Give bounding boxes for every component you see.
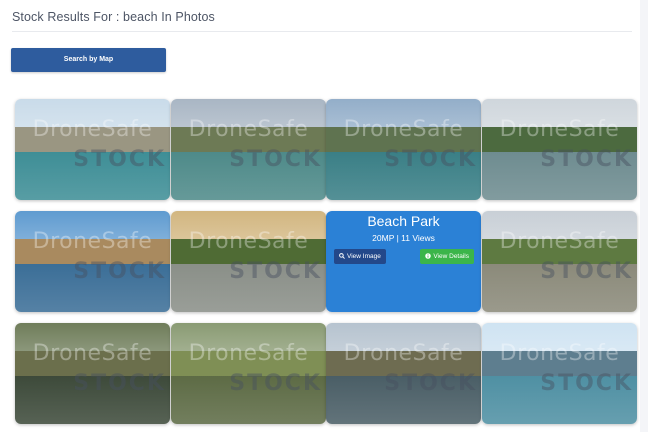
watermark-text: DroneSafe [32, 229, 153, 254]
photo-tile[interactable]: DroneSafe STOCK [15, 99, 170, 200]
view-image-button[interactable]: View Image [334, 249, 386, 264]
divider [12, 31, 632, 32]
photo-hover-overlay: Beach Park 20MP | 11 Views View Image Vi… [326, 211, 481, 312]
search-by-map-button[interactable]: Search by Map [11, 48, 166, 72]
photo-meta: 20MP | 11 Views [372, 233, 435, 243]
photo-tile[interactable]: DroneSafe STOCK [171, 99, 326, 200]
watermark-stock: STOCK [540, 371, 633, 396]
photo-title: Beach Park [367, 213, 440, 229]
photo-tile[interactable]: DroneSafe STOCK [15, 323, 170, 424]
watermark-text: DroneSafe [32, 341, 153, 366]
watermark-stock: STOCK [540, 259, 633, 284]
photo-tile[interactable]: DroneSafe STOCK [326, 99, 481, 200]
watermark-text: DroneSafe [188, 341, 309, 366]
watermark-stock: STOCK [73, 147, 166, 172]
watermark-text: DroneSafe [499, 229, 620, 254]
view-details-label: View Details [433, 253, 469, 260]
view-details-button[interactable]: View Details [420, 249, 474, 264]
search-icon [339, 253, 345, 259]
watermark-text: DroneSafe [188, 229, 309, 254]
watermark-text: DroneSafe [32, 117, 153, 142]
watermark-text: DroneSafe [188, 117, 309, 142]
watermark-stock: STOCK [229, 371, 322, 396]
watermark-stock: STOCK [384, 147, 477, 172]
watermark-stock: STOCK [73, 259, 166, 284]
photo-tile[interactable]: DroneSafe STOCK [482, 211, 637, 312]
page-title: Stock Results For : beach In Photos [12, 10, 215, 24]
photo-tile-hovered[interactable]: Beach Park 20MP | 11 Views View Image Vi… [326, 211, 481, 312]
results-card: Stock Results For : beach In Photos Sear… [0, 0, 640, 432]
photo-tile[interactable]: DroneSafe STOCK [482, 99, 637, 200]
photo-tile[interactable]: DroneSafe STOCK [482, 323, 637, 424]
watermark-stock: STOCK [73, 371, 166, 396]
photo-tile[interactable]: DroneSafe STOCK [15, 211, 170, 312]
info-icon [425, 253, 432, 259]
watermark-stock: STOCK [540, 147, 633, 172]
photo-tile[interactable]: DroneSafe STOCK [171, 211, 326, 312]
watermark-text: DroneSafe [499, 341, 620, 366]
view-image-label: View Image [347, 253, 381, 260]
watermark-text: DroneSafe [343, 341, 464, 366]
watermark-text: DroneSafe [499, 117, 620, 142]
photo-tile[interactable]: DroneSafe STOCK [171, 323, 326, 424]
watermark-text: DroneSafe [343, 117, 464, 142]
photo-tile[interactable]: DroneSafe STOCK [326, 323, 481, 424]
watermark-stock: STOCK [229, 147, 322, 172]
watermark-stock: STOCK [384, 371, 477, 396]
watermark-stock: STOCK [229, 259, 322, 284]
